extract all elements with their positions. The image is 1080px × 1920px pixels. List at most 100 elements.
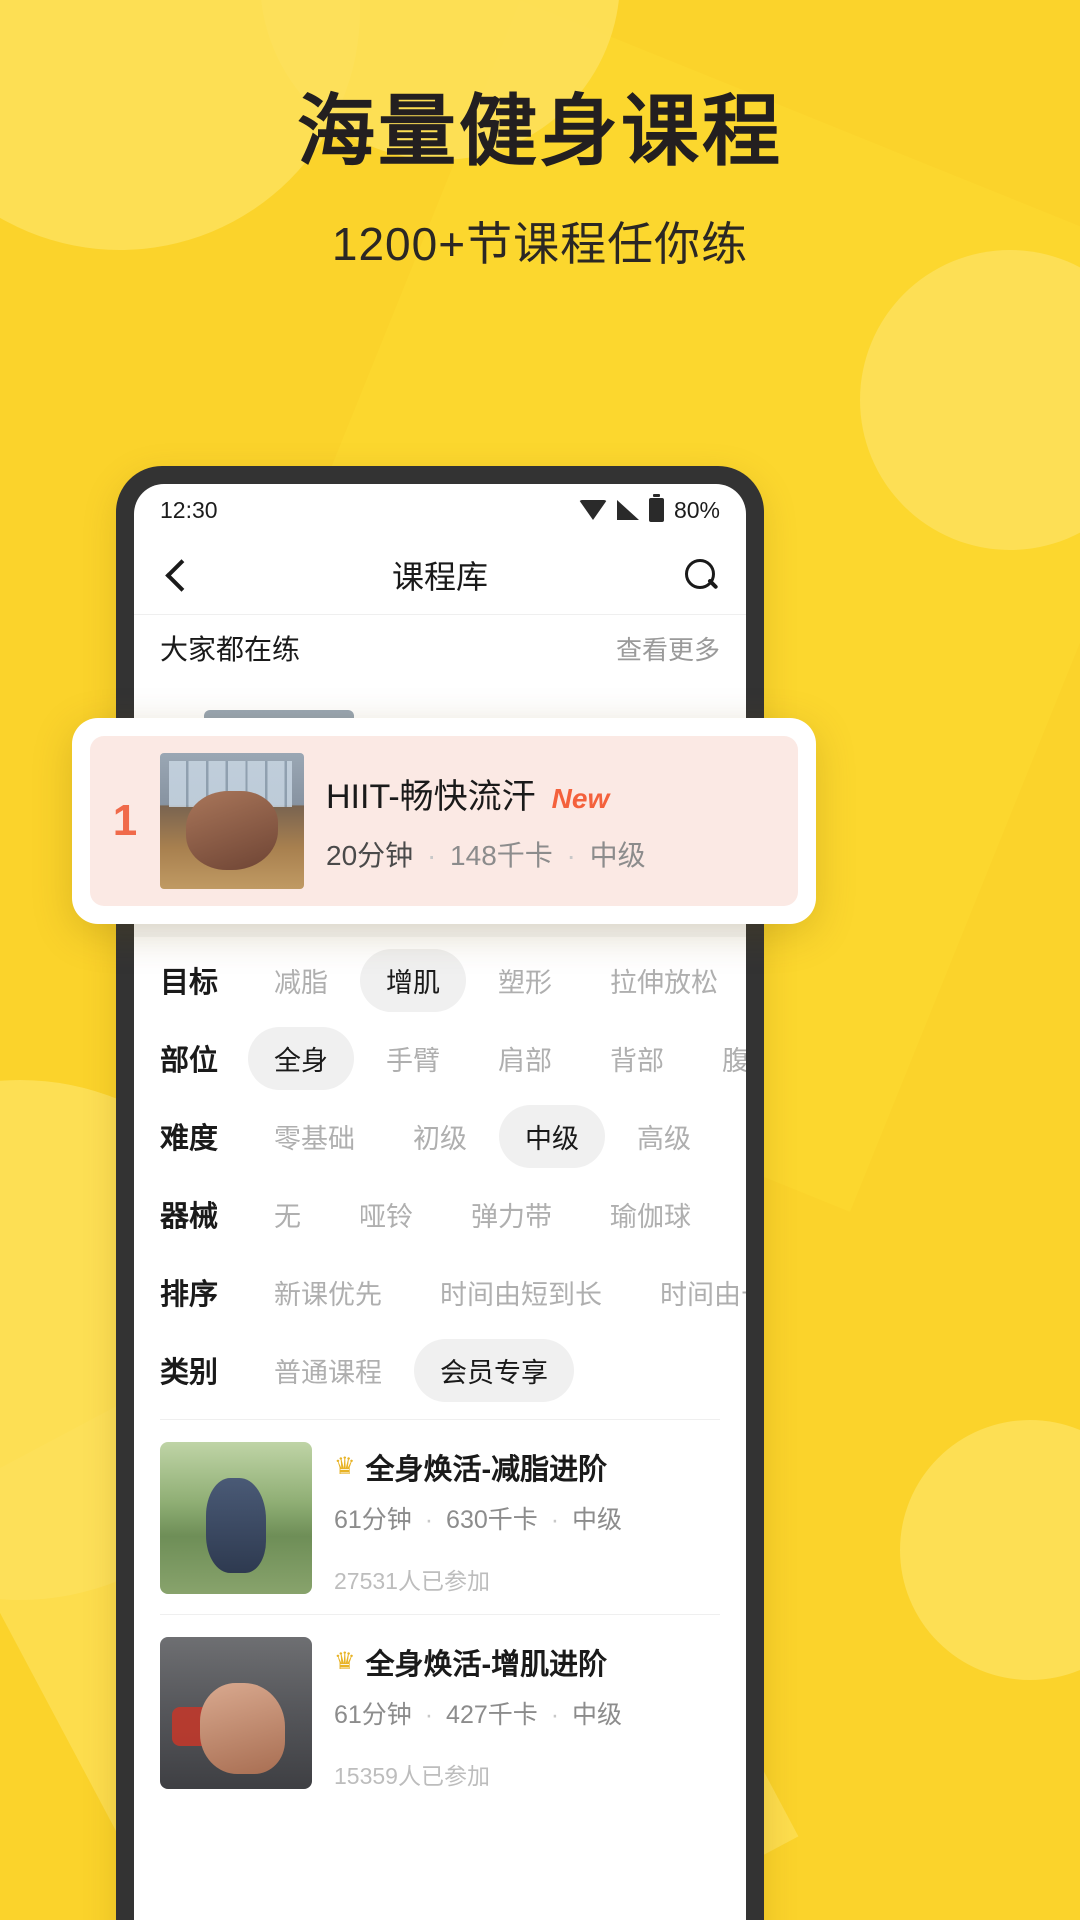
crown-icon: ♛ <box>334 1453 356 1480</box>
course-level: 中级 <box>589 839 646 871</box>
course-calories: 630千卡 <box>446 1506 538 1534</box>
filter-chip[interactable]: 新课优先 <box>248 1261 408 1324</box>
course-thumbnail <box>160 1442 312 1594</box>
course-participants: 27531人已参加 <box>334 1568 490 1594</box>
filter-group-key: 目标 <box>160 967 219 999</box>
filter-options: 零基础 初级 中级 高级 <box>248 1104 717 1168</box>
course-participants: 15359人已参加 <box>334 1763 490 1789</box>
search-icon[interactable] <box>682 556 720 594</box>
filter-group-row: 类别 普通课程 会员专享 <box>134 1331 746 1409</box>
course-stats: 20分钟 · 148千卡 · 中级 <box>326 834 646 874</box>
filter-options: 全身 手臂 肩部 背部 腹部 <box>248 1026 746 1090</box>
filter-options: 无 哑铃 弹力带 瑜伽球 泡沫 <box>248 1183 746 1246</box>
filter-chip[interactable]: 瑜伽球 <box>584 1183 717 1246</box>
filter-chip[interactable]: 减脂 <box>248 949 354 1012</box>
highlight-popup-card[interactable]: 1 HIIT-畅快流汗 New 20分钟 · 148千卡 · 中级 <box>72 718 816 924</box>
filter-chip[interactable]: 普通课程 <box>248 1339 408 1402</box>
status-bar: 12:30 80% <box>134 484 746 536</box>
course-stats: 61分钟 · 630千卡 · 中级 <box>334 1500 622 1536</box>
filter-options: 新课优先 时间由短到长 时间由长到短 <box>248 1261 746 1324</box>
filter-chip[interactable]: 时间由短到长 <box>414 1261 628 1324</box>
view-more-link[interactable]: 查看更多 <box>616 630 720 667</box>
status-time: 12:30 <box>160 496 218 523</box>
hero-title: 海量健身课程 <box>296 87 783 175</box>
separator-dot: · <box>426 839 437 871</box>
separator-dot: · <box>424 1506 434 1534</box>
filter-chip-selected[interactable]: 全身 <box>248 1026 354 1090</box>
filter-chip[interactable]: 高级 <box>611 1105 717 1168</box>
filter-chip-selected[interactable]: 会员专享 <box>414 1338 574 1402</box>
filter-chip[interactable]: 肩部 <box>472 1027 578 1090</box>
filter-options: 普通课程 会员专享 <box>248 1338 574 1402</box>
filter-group-key: 器械 <box>160 1201 219 1233</box>
filter-chip[interactable]: 哑铃 <box>333 1183 439 1246</box>
filter-chip[interactable]: 腹部 <box>696 1027 746 1090</box>
course-calories: 148千卡 <box>450 839 553 871</box>
page-title: 课程库 <box>391 559 488 595</box>
popular-section-header: 大家都在练 查看更多 <box>134 615 746 681</box>
filter-group-row: 排序 新课优先 时间由短到长 时间由长到短 <box>134 1253 746 1331</box>
battery-icon <box>648 494 664 522</box>
filter-chip[interactable]: 零基础 <box>248 1105 381 1168</box>
filter-group-row: 部位 全身 手臂 肩部 背部 腹部 <box>134 1019 746 1097</box>
filter-chip[interactable]: 塑形 <box>472 949 578 1012</box>
phone-mockup: 12:30 80% 课程库 大家都在练 查看更多 1 <box>116 466 764 1920</box>
course-list-item[interactable]: ♛ 全身焕活-增肌进阶 61分钟 · 427千卡 · 中级 15359人已参加 <box>134 1615 746 1809</box>
course-stats: 61分钟 · 427千卡 · 中级 <box>334 1695 622 1731</box>
filter-groups: 目标 减脂 增肌 塑形 拉伸放松 康 部位 全身 手臂 肩部 背部 腹部 <box>134 937 746 1419</box>
filter-options: 减脂 增肌 塑形 拉伸放松 康 <box>248 948 746 1012</box>
course-title: 全身焕活-减脂进阶 <box>365 1454 608 1486</box>
course-title-line: ♛ 全身焕活-增肌进阶 <box>334 1641 622 1683</box>
rank-number: 1 <box>112 796 138 845</box>
filter-chip[interactable]: 时间由长到短 <box>634 1261 746 1324</box>
filter-chip[interactable]: 初级 <box>387 1105 493 1168</box>
background-blob <box>900 1420 1080 1680</box>
course-level: 中级 <box>572 1701 623 1729</box>
course-duration: 61分钟 <box>334 1701 412 1729</box>
filter-group-row: 难度 零基础 初级 中级 高级 <box>134 1097 746 1175</box>
separator-dot: · <box>550 1701 560 1729</box>
course-level: 中级 <box>572 1506 623 1534</box>
filter-chip[interactable]: 无 <box>248 1183 327 1246</box>
new-badge: New <box>551 782 610 814</box>
course-title: HIIT-畅快流汗 <box>326 777 536 816</box>
popular-section-title: 大家都在练 <box>160 634 301 665</box>
filter-chip-selected[interactable]: 中级 <box>499 1104 605 1168</box>
separator-dot: · <box>550 1506 560 1534</box>
course-duration: 20分钟 <box>326 839 414 871</box>
separator-dot: · <box>424 1701 434 1729</box>
phone-screen: 12:30 80% 课程库 大家都在练 查看更多 1 <box>134 484 746 1920</box>
course-title: 全身焕活-增肌进阶 <box>365 1649 608 1681</box>
course-info: ♛ 全身焕活-增肌进阶 61分钟 · 427千卡 · 中级 15359人已参加 <box>334 1637 622 1791</box>
course-list-item[interactable]: ♛ 全身焕活-减脂进阶 61分钟 · 630千卡 · 中级 27531人已参加 <box>134 1420 746 1614</box>
filter-group-row: 目标 减脂 增肌 塑形 拉伸放松 康 <box>134 941 746 1019</box>
signal-icon <box>616 500 639 520</box>
hero-subtitle: 1200+节课程任你练 <box>331 218 749 270</box>
filter-chip[interactable]: 拉伸放松 <box>584 949 744 1012</box>
course-meta: HIIT-畅快流汗 New 20分钟 · 148千卡 · 中级 <box>326 769 646 874</box>
course-title-line: HIIT-畅快流汗 New <box>326 769 646 818</box>
filter-chip-selected[interactable]: 增肌 <box>360 948 466 1012</box>
filter-group-key: 类别 <box>160 1357 219 1389</box>
highlight-card-inner: 1 HIIT-畅快流汗 New 20分钟 · 148千卡 · 中级 <box>90 736 798 906</box>
nav-bar: 课程库 <box>134 536 746 614</box>
crown-icon: ♛ <box>334 1648 356 1675</box>
battery-percent: 80% <box>673 496 720 523</box>
filter-chip[interactable]: 手臂 <box>360 1027 466 1090</box>
hero-section: 海量健身课程 1200+节课程任你练 <box>0 0 1080 274</box>
course-thumbnail <box>160 1637 312 1789</box>
status-icons: 80% <box>578 494 720 524</box>
course-calories: 427千卡 <box>446 1701 538 1729</box>
filter-group-key: 排序 <box>160 1279 219 1311</box>
course-thumbnail <box>160 753 304 889</box>
filter-group-key: 难度 <box>160 1123 219 1155</box>
filter-chip[interactable]: 背部 <box>584 1027 690 1090</box>
separator-dot: · <box>566 839 576 871</box>
filter-group-key: 部位 <box>160 1045 219 1077</box>
filter-chip[interactable]: 泡沫 <box>723 1183 746 1246</box>
wifi-icon <box>578 500 607 520</box>
course-info: ♛ 全身焕活-减脂进阶 61分钟 · 630千卡 · 中级 27531人已参加 <box>334 1442 622 1596</box>
course-duration: 61分钟 <box>334 1506 412 1534</box>
filter-group-row: 器械 无 哑铃 弹力带 瑜伽球 泡沫 <box>134 1175 746 1253</box>
filter-chip[interactable]: 弹力带 <box>445 1183 578 1246</box>
